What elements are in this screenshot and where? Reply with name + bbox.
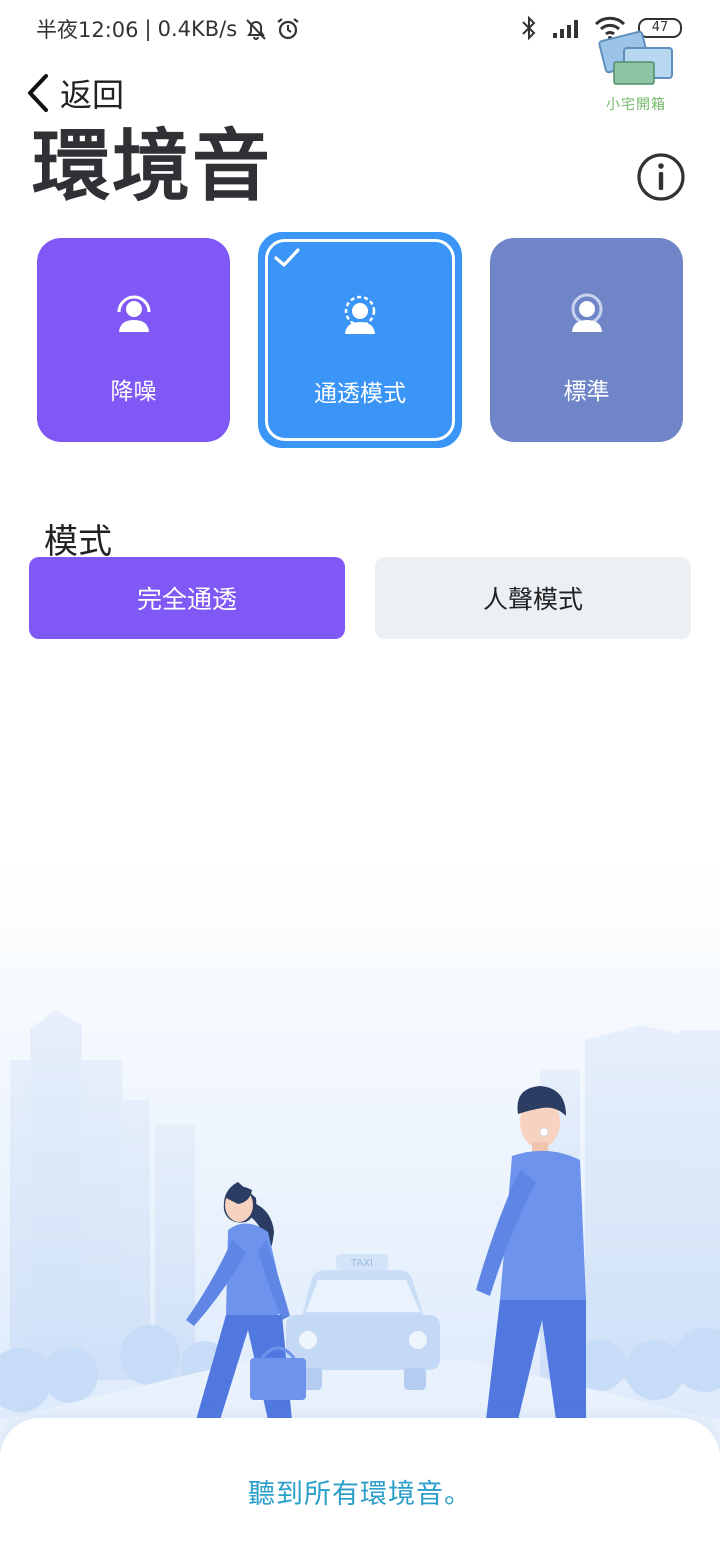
laptop-logo-icon (598, 30, 673, 85)
network-speed: 0.4KB/s (157, 17, 238, 41)
mode-card-label: 標準 (563, 379, 610, 405)
watermark-text: 小宅開箱 (606, 97, 666, 113)
headphone-user-icon (117, 295, 150, 332)
bell-muted-icon (246, 19, 266, 40)
checkmark-icon (274, 248, 300, 267)
chevron-left-icon (28, 74, 48, 112)
full-transparency-button[interactable]: 完全通透 (29, 557, 345, 639)
mode-card-standard[interactable]: 標準 (490, 238, 683, 442)
status-bar-left: 半夜12:06 | 0.4KB/s (36, 14, 301, 44)
mode-section-label: 模式 (44, 522, 112, 562)
mode-description: 聽到所有環境音。 (248, 1479, 472, 1510)
voice-mode-button[interactable]: 人聲模式 (375, 557, 691, 639)
status-separator: | (144, 17, 152, 41)
bluetooth-icon (522, 15, 536, 41)
watermark-logo: 小宅開箱 (594, 28, 678, 113)
page-title: 環境音 (32, 122, 273, 212)
standard-user-icon (571, 293, 602, 332)
alarm-icon (277, 18, 299, 40)
info-icon[interactable] (636, 152, 686, 202)
status-time: 半夜12:06 (36, 18, 139, 42)
signal-icon (553, 20, 578, 38)
taxi-sign: TAXI (350, 1258, 373, 1269)
mode-card-transparency[interactable]: 通透模式 (258, 232, 462, 448)
street-illustration: TAXI (0, 860, 720, 1460)
mode-card-label: 降噪 (110, 379, 157, 405)
mode-card-noise-cancel[interactable]: 降噪 (37, 238, 230, 442)
selected-outline (265, 239, 455, 441)
back-button[interactable]: 返回 (24, 70, 124, 116)
back-label: 返回 (60, 76, 125, 114)
